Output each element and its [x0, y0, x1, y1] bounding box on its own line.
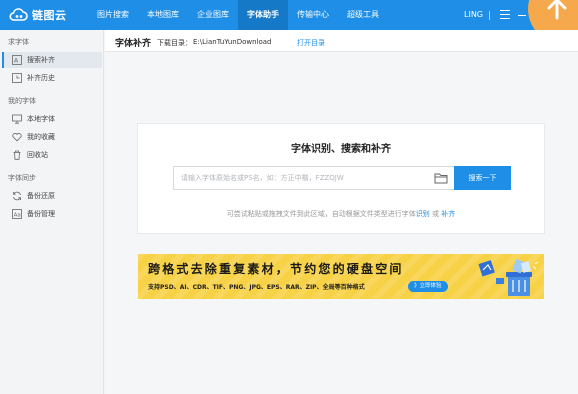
- sidebar-section-find-font: 求字体: [8, 38, 29, 46]
- history-icon: [12, 73, 22, 83]
- sidebar-item-label: 补齐历史: [27, 74, 55, 82]
- sidebar-item-complete-history[interactable]: 补齐历史: [2, 70, 102, 86]
- download-dir-label: 下载目录：: [157, 39, 192, 47]
- font-manage-icon: Aa: [12, 209, 22, 219]
- banner-try-button[interactable]: 》立即体验: [408, 281, 448, 292]
- sidebar-item-label: 备份还原: [27, 192, 55, 200]
- sidebar-item-backup-manage[interactable]: Aa 备份管理: [2, 206, 102, 222]
- complete-link[interactable]: 补齐: [441, 210, 455, 218]
- drag-drop-hint: 可尝试粘贴或拖拽文件到此区域，自动根据文件类型进行字体识别 或 补齐: [138, 209, 544, 219]
- search-card-title: 字体识别、搜索和补齐: [291, 144, 391, 155]
- app-logo[interactable]: 链图云: [9, 6, 67, 24]
- search-button[interactable]: 搜索一下: [454, 166, 511, 190]
- hint-or: 或: [432, 210, 439, 218]
- sidebar-item-local-fonts[interactable]: 本地字体: [2, 111, 102, 127]
- sidebar-item-recycle-bin[interactable]: 回收站: [2, 147, 102, 163]
- promo-banner[interactable]: 跨格式去除重复素材，节约您的硬盘空间 支持PSD、AI、CDR、TIF、PNG、…: [138, 254, 544, 299]
- banner-headline: 跨格式去除重复素材，节约您的硬盘空间: [148, 262, 404, 276]
- svg-text:Aa: Aa: [14, 213, 21, 219]
- nav-local-library[interactable]: 本地图库: [138, 0, 188, 30]
- heart-icon: [12, 133, 22, 142]
- trash-icon: [13, 150, 21, 160]
- sidebar-item-label: 回收站: [27, 151, 48, 159]
- sidebar-item-label: 本地字体: [27, 115, 55, 123]
- arrow-up-icon: [547, 0, 567, 20]
- nav-enterprise-library[interactable]: 企业图库: [188, 0, 238, 30]
- banner-subline: 支持PSD、AI、CDR、TIF、PNG、JPG、EPS、RAR、ZIP、全局等…: [148, 284, 365, 291]
- monitor-icon: [12, 114, 22, 124]
- top-bar: 链图云 图片搜索 本地图库 企业图库 字体助手 传输中心 超级工具 LING: [0, 0, 578, 44]
- main-nav: 图片搜索 本地图库 企业图库 字体助手 传输中心 超级工具: [88, 0, 388, 30]
- svg-text:A: A: [14, 58, 19, 65]
- user-name[interactable]: LING: [464, 0, 483, 30]
- header-bar: 字体补齐 下载目录： E:\LianTuYunDownload 打开目录: [105, 30, 578, 52]
- sidebar-item-label: 备份管理: [27, 210, 55, 218]
- cloud-logo-icon: [9, 8, 28, 22]
- search-card: 字体识别、搜索和补齐 搜索一下 可尝试粘贴或拖拽文件到此区域，自动根据文件类型进…: [137, 123, 545, 234]
- nav-font-assistant[interactable]: 字体助手: [238, 0, 288, 30]
- app-name: 链图云: [32, 9, 67, 22]
- font-search-icon: A: [12, 55, 22, 65]
- open-directory-link[interactable]: 打开目录: [297, 38, 325, 48]
- download-dir-path: E:\LianTuYunDownload: [193, 38, 272, 46]
- sidebar-section-font-sync: 字体同步: [8, 174, 36, 182]
- nav-super-tools[interactable]: 超级工具: [338, 0, 388, 30]
- sidebar-section-my-fonts: 我的字体: [8, 97, 36, 105]
- hint-text: 可尝试粘贴或拖拽文件到此区域，自动根据文件类型进行字体: [226, 210, 416, 218]
- toolbar-divider: [489, 11, 490, 20]
- sidebar-item-label: 我的收藏: [27, 133, 55, 141]
- font-search-input[interactable]: [173, 166, 457, 190]
- sidebar-item-label: 搜索补齐: [27, 56, 55, 64]
- main-content: 字体补齐 下载目录： E:\LianTuYunDownload 打开目录 字体识…: [105, 30, 578, 394]
- recognize-link[interactable]: 识别: [416, 210, 430, 218]
- page-title: 字体补齐: [115, 39, 152, 49]
- sidebar: 求字体 A 搜索补齐 补齐历史 我的字体 本地字体 我的收藏 回收站 字体同步: [0, 30, 104, 394]
- sidebar-item-backup-restore[interactable]: 备份还原: [2, 188, 102, 204]
- recycle-bin-illustration: [478, 258, 539, 296]
- sidebar-item-search-complete[interactable]: A 搜索补齐: [2, 52, 102, 68]
- menu-icon[interactable]: [500, 10, 510, 19]
- nav-transfer-center[interactable]: 传输中心: [288, 0, 338, 30]
- sync-icon: [13, 191, 21, 201]
- minimize-icon[interactable]: [518, 15, 526, 16]
- sidebar-item-favorites[interactable]: 我的收藏: [2, 129, 102, 145]
- folder-icon[interactable]: [434, 171, 448, 185]
- nav-image-search[interactable]: 图片搜索: [88, 0, 138, 30]
